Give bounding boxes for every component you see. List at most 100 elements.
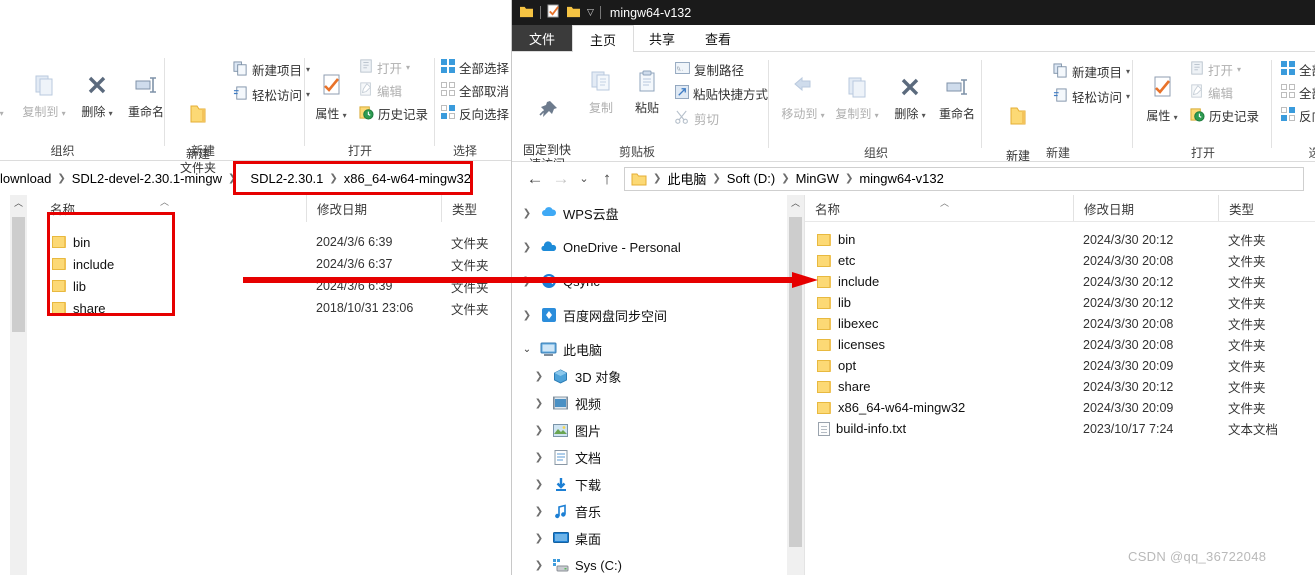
table-row[interactable]: lib 2024/3/30 20:12 文件夹 [805,292,1315,313]
copy-to-button[interactable]: 复制到 ▾ [830,72,884,123]
delete-button[interactable]: 删除 ▾ [888,72,932,123]
move-to-button-left[interactable]: 动到 ▾ [0,70,16,121]
sidebar-item-sys-c[interactable]: ❯ Sys (C:) [512,553,804,575]
table-row[interactable]: share 2018/10/31 23:06 文件夹 [40,297,511,319]
breadcrumb[interactable]: ❯ 此电脑 ❯ Soft (D:) ❯ MinGW ❯ mingw64-v132 [624,166,1304,191]
left-row-name-2[interactable]: lib [40,279,306,294]
row-name-9[interactable]: build-info.txt [805,421,1073,436]
table-row[interactable]: include 2024/3/30 20:12 文件夹 [805,271,1315,292]
easy-access-button-left[interactable]: 轻松访问 ▾ [233,85,310,104]
tab-share[interactable]: 共享 [634,25,690,51]
tab-home[interactable]: 主页 [572,25,635,52]
navigation-pane-scrollbar[interactable]: ︿ [787,195,804,575]
row-name-5[interactable]: licenses [805,337,1073,352]
edit-button-left[interactable]: 编辑 [359,81,402,100]
column-header-type[interactable]: 类型 [1218,195,1315,221]
chevron-right-icon[interactable]: ❯ [532,533,546,544]
breadcrumb-soft-d[interactable]: Soft (D:) [727,171,775,186]
pin-to-quick-access-button[interactable]: 固定到快 速访问 [518,70,576,171]
paste-shortcut-button[interactable]: 粘贴快捷方式 [675,84,768,103]
forward-button[interactable]: → [548,169,574,189]
chevron-right-icon[interactable]: ❯ [520,208,534,219]
left-breadcrumb-3[interactable]: x86_64-w64-mingw32 [344,171,471,186]
sidebar-item-downloads[interactable]: ❯ 下载 [512,472,804,496]
left-column-header-type[interactable]: 类型 [441,195,511,222]
file-list-pane[interactable]: 名称 ︿ 修改日期 类型 bin 2024/3/30 20:12 文件夹 etc… [805,195,1315,575]
copy-path-button[interactable]: \\.. 复制路径 [675,60,744,79]
chevron-right-icon[interactable]: ❯ [520,276,534,287]
sidebar-item-music[interactable]: ❯ 音乐 [512,499,804,523]
chevron-right-icon[interactable]: ❯ [520,310,534,321]
chevron-right-icon[interactable]: ❯ [532,398,546,409]
properties-button[interactable]: 属性 ▾ [1140,74,1184,125]
select-all-button[interactable]: 全部选择 [1281,60,1315,79]
table-row[interactable]: etc 2024/3/30 20:08 文件夹 [805,250,1315,271]
properties-button-left[interactable]: 属性 ▾ [309,72,353,123]
tab-view[interactable]: 查看 [690,25,746,51]
row-name-6[interactable]: opt [805,358,1073,373]
row-name-4[interactable]: libexec [805,316,1073,331]
scrollbar-thumb[interactable] [789,217,802,547]
column-header-name[interactable]: 名称 ︿ [805,195,1073,221]
new-folder-button-left[interactable]: 新建 文件夹 [169,72,227,175]
folder-icon[interactable] [519,5,534,21]
sidebar-item-documents[interactable]: ❯ 文档 [512,445,804,469]
history-button-left[interactable]: 历史记录 [359,104,428,123]
table-row[interactable]: libexec 2024/3/30 20:08 文件夹 [805,313,1315,334]
left-window-address-bar[interactable]: lownload ❯ SDL2-devel-2.30.1-mingw ❯ SDL… [0,162,511,195]
table-row[interactable]: build-info.txt 2023/10/17 7:24 文本文档 [805,418,1315,439]
select-none-button-left[interactable]: 全部取消 [441,81,509,100]
row-name-2[interactable]: include [805,274,1073,289]
folder-icon[interactable] [566,5,581,21]
left-breadcrumb-1[interactable]: SDL2-devel-2.30.1-mingw [72,171,222,186]
sidebar-item-wps-cloud[interactable]: ❯ WPS云盘 [512,201,804,225]
chevron-down-icon[interactable]: ▽ [587,7,594,18]
table-row[interactable]: x86_64-w64-mingw32 2024/3/30 20:09 文件夹 [805,397,1315,418]
open-button[interactable]: 打开 ▾ [1190,60,1241,79]
table-row[interactable]: licenses 2024/3/30 20:08 文件夹 [805,334,1315,355]
table-row[interactable]: bin 2024/3/30 20:12 文件夹 [805,229,1315,250]
scroll-up-arrow-icon[interactable]: ︿ [10,195,27,212]
new-item-button[interactable]: 新建项目 ▾ [1053,62,1130,81]
left-column-header-date[interactable]: 修改日期 [306,195,441,222]
chevron-right-icon[interactable]: ❯ [520,242,534,253]
sidebar-item-qsync[interactable]: ❯ Qsync [512,269,804,293]
left-column-header-name[interactable]: 名称 ︿ [40,195,306,222]
table-row[interactable]: opt 2024/3/30 20:09 文件夹 [805,355,1315,376]
sidebar-item-desktop[interactable]: ❯ 桌面 [512,526,804,550]
recent-locations-button[interactable]: ⌄ [574,172,594,185]
sidebar-item-onedrive[interactable]: ❯ OneDrive - Personal [512,235,804,259]
move-to-button[interactable]: 移动到 ▾ [776,72,830,123]
row-name-0[interactable]: bin [805,232,1073,247]
left-breadcrumb-2[interactable]: SDL2-2.30.1 [242,171,323,186]
chevron-right-icon[interactable]: ❯ [532,452,546,463]
left-window-scrollbar[interactable]: ︿ [10,195,27,575]
chevron-down-icon[interactable]: ⌄ [520,344,534,355]
tab-file[interactable]: 文件 [512,25,573,51]
left-row-name-3[interactable]: share [40,301,306,316]
column-header-date[interactable]: 修改日期 [1073,195,1218,221]
invert-selection-button-left[interactable]: 反向选择 [441,104,509,123]
row-name-8[interactable]: x86_64-w64-mingw32 [805,400,1073,415]
row-name-7[interactable]: share [805,379,1073,394]
up-button[interactable]: ↑ [594,169,620,189]
edit-button[interactable]: 编辑 [1190,83,1233,102]
sidebar-item-pictures[interactable]: ❯ 图片 [512,418,804,442]
invert-selection-button[interactable]: 反向选择 [1281,106,1315,125]
left-row-name-0[interactable]: bin [40,235,306,250]
left-row-name-1[interactable]: include [40,257,306,272]
breadcrumb-mingw64-v132[interactable]: mingw64-v132 [859,171,944,186]
row-name-1[interactable]: etc [805,253,1073,268]
sidebar-item-videos[interactable]: ❯ 视频 [512,391,804,415]
sidebar-item-this-pc[interactable]: ⌄ 此电脑 [512,337,804,361]
open-button-left[interactable]: 打开 ▾ [359,58,410,77]
navigation-pane[interactable]: ❯ WPS云盘 ❯ OneDrive - Personal ❯ Qsync ❯ … [512,195,805,575]
chevron-right-icon[interactable]: ❯ [532,560,546,571]
breadcrumb-mingw[interactable]: MinGW [796,171,839,186]
chevron-right-icon[interactable]: ❯ [532,425,546,436]
left-breadcrumb-0[interactable]: lownload [0,171,51,186]
rename-button[interactable]: 重命名 [932,72,982,121]
table-row[interactable]: include 2024/3/6 6:37 文件夹 [40,253,511,275]
sidebar-item-baidu-netdisk[interactable]: ❯ 百度网盘同步空间 [512,303,804,327]
scrollbar-thumb[interactable] [12,217,25,332]
